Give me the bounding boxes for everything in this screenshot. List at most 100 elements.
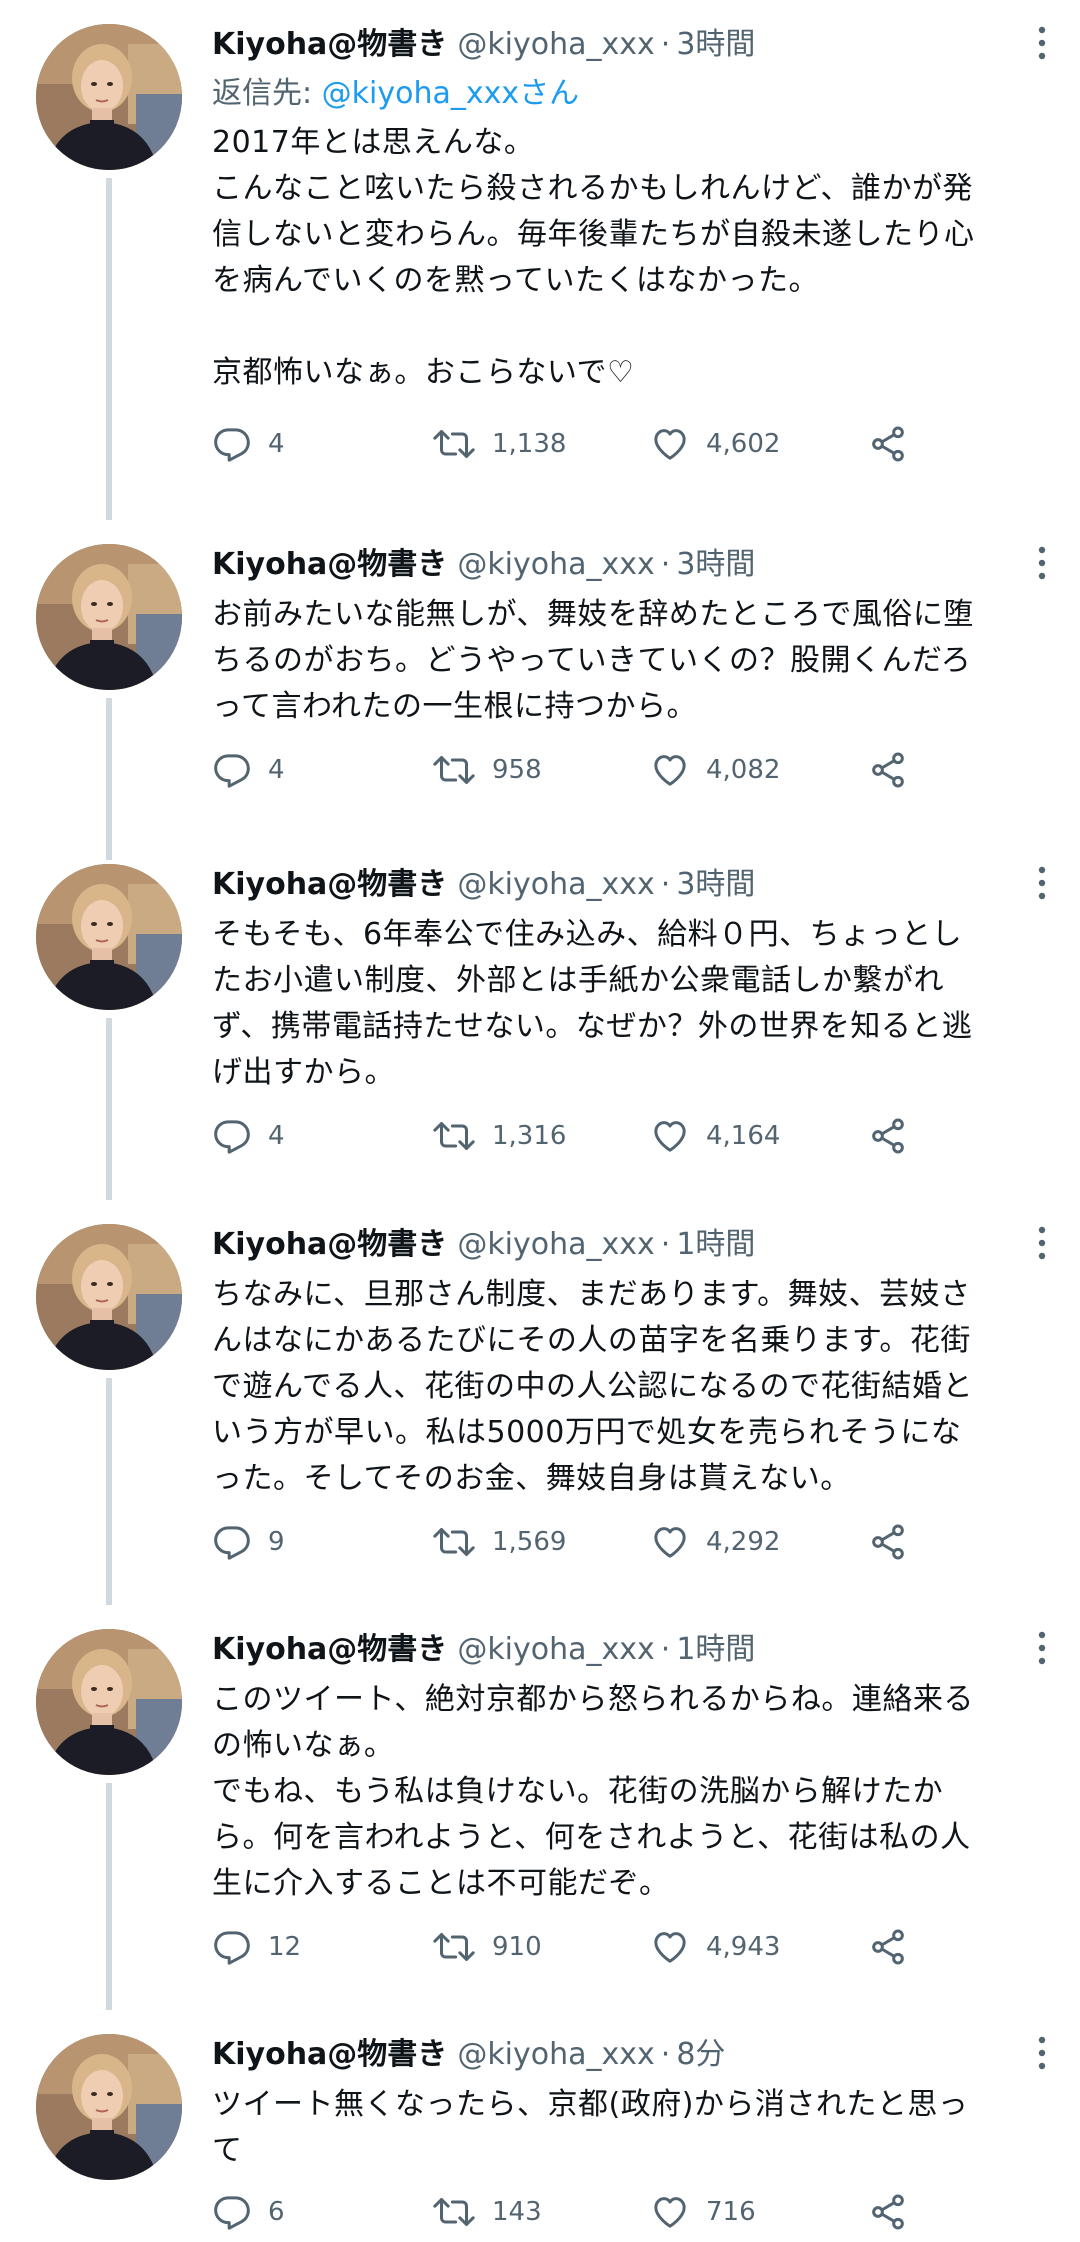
tweet-actions: 12 910 4,943 [212,1917,932,1977]
timestamp[interactable]: 1時間 [676,1227,755,1262]
retweet-button[interactable]: 1,138 [432,414,566,474]
avatar[interactable] [36,24,182,170]
share-icon [868,2192,908,2232]
retweet-icon [432,424,476,464]
reply-icon [212,424,252,464]
retweet-button[interactable]: 1,569 [432,1512,566,1572]
share-button[interactable] [868,414,908,474]
reply-count: 6 [268,2197,285,2227]
display-name[interactable]: Kiyoha@物書き [212,1227,447,1262]
like-button[interactable]: 716 [650,2182,756,2242]
more-options-icon[interactable] [1034,1218,1050,1268]
thread-connector-line [106,1378,112,1605]
user-handle[interactable]: @kiyoha_xxx [457,1632,654,1667]
reply-count: 4 [268,1121,285,1151]
avatar[interactable] [36,864,182,1010]
timestamp[interactable]: 3時間 [676,547,755,582]
tweet-header: Kiyoha@物書き @kiyoha_xxx · 1時間 [212,1220,1000,1270]
share-button[interactable] [868,2182,908,2242]
like-count: 716 [706,2197,756,2227]
reply-button[interactable]: 6 [212,2182,285,2242]
heart-icon [650,2192,690,2232]
retweet-icon [432,750,476,790]
share-icon [868,1927,908,1967]
display-name[interactable]: Kiyoha@物書き [212,867,447,902]
separator-dot: · [660,2037,671,2072]
retweet-count: 910 [492,1932,542,1962]
retweet-button[interactable]: 910 [432,1917,542,1977]
retweet-button[interactable]: 1,316 [432,1106,566,1166]
heart-icon [650,1927,690,1967]
thread-connector-line [106,178,112,520]
tweet-actions: 4 1,316 4,164 [212,1106,932,1166]
timestamp[interactable]: 8分 [676,2037,725,2072]
tweet-text: ツイート無くなったら、京都(政府)から消されたと思っ て [212,2087,969,2168]
like-count: 4,943 [706,1932,781,1962]
user-handle[interactable]: @kiyoha_xxx [457,1227,654,1262]
reply-button[interactable]: 4 [212,1106,285,1166]
reply-button[interactable]: 12 [212,1917,301,1977]
timestamp[interactable]: 3時間 [676,867,755,902]
share-button[interactable] [868,740,908,800]
retweet-icon [432,1522,476,1562]
timestamp[interactable]: 1時間 [676,1632,755,1667]
reply-to-mention-link[interactable]: @kiyoha_xxxさん [322,76,579,111]
reply-icon [212,1116,252,1156]
like-button[interactable]: 4,164 [650,1106,780,1166]
avatar[interactable] [36,544,182,690]
tweet-text: このツイート、絶対京都から怒られるからね。連絡来る の怖いなぁ。 でもね、もう私… [212,1682,974,1901]
display-name[interactable]: Kiyoha@物書き [212,547,447,582]
share-icon [868,424,908,464]
user-handle[interactable]: @kiyoha_xxx [457,547,654,582]
retweet-button[interactable]: 143 [432,2182,542,2242]
like-count: 4,292 [706,1527,781,1557]
reply-count: 4 [268,755,285,785]
like-button[interactable]: 4,082 [650,740,780,800]
like-count: 4,082 [706,755,781,785]
retweet-icon [432,1927,476,1967]
user-handle[interactable]: @kiyoha_xxx [457,2037,654,2072]
display-name[interactable]: Kiyoha@物書き [212,27,447,62]
retweet-count: 1,569 [492,1527,567,1557]
share-button[interactable] [868,1106,908,1166]
tweet-actions: 4 1,138 4,602 [212,414,932,474]
thread-connector-line [106,1018,112,1200]
more-options-icon[interactable] [1034,18,1050,68]
share-button[interactable] [868,1917,908,1977]
share-icon [868,750,908,790]
like-button[interactable]: 4,943 [650,1917,780,1977]
reply-to-line: 返信先: @kiyoha_xxxさん [212,72,579,116]
tweet-header: Kiyoha@物書き @kiyoha_xxx · 3時間 [212,540,1000,590]
more-options-icon[interactable] [1034,538,1050,588]
avatar[interactable] [36,2034,182,2180]
retweet-button[interactable]: 958 [432,740,542,800]
tweet-text: 2017年とは思えんな。 こんなこと呟いたら殺されるかもしれんけど、誰かが発 信… [212,125,975,390]
avatar[interactable] [36,1629,182,1775]
timestamp[interactable]: 3時間 [676,27,755,62]
reply-button[interactable]: 4 [212,740,285,800]
tweet-header: Kiyoha@物書き @kiyoha_xxx · 3時間 [212,20,1000,70]
separator-dot: · [660,867,671,902]
like-button[interactable]: 4,292 [650,1512,780,1572]
more-options-icon[interactable] [1034,1623,1050,1673]
display-name[interactable]: Kiyoha@物書き [212,2037,447,2072]
retweet-count: 143 [492,2197,542,2227]
like-count: 4,602 [706,429,781,459]
heart-icon [650,1116,690,1156]
retweet-count: 1,316 [492,1121,567,1151]
user-handle[interactable]: @kiyoha_xxx [457,867,654,902]
display-name[interactable]: Kiyoha@物書き [212,1632,447,1667]
reply-icon [212,750,252,790]
reply-button[interactable]: 4 [212,414,285,474]
like-button[interactable]: 4,602 [650,414,780,474]
avatar[interactable] [36,1224,182,1370]
more-options-icon[interactable] [1034,2028,1050,2078]
tweet-actions: 6 143 716 [212,2182,932,2242]
tweet-text: そもそも、6年奉公で住み込み、給料０円、ちょっとし たお小遣い制度、外部とは手紙… [212,917,973,1090]
heart-icon [650,1522,690,1562]
user-handle[interactable]: @kiyoha_xxx [457,27,654,62]
share-button[interactable] [868,1512,908,1572]
more-options-icon[interactable] [1034,858,1050,908]
reply-button[interactable]: 9 [212,1512,285,1572]
reply-icon [212,1927,252,1967]
